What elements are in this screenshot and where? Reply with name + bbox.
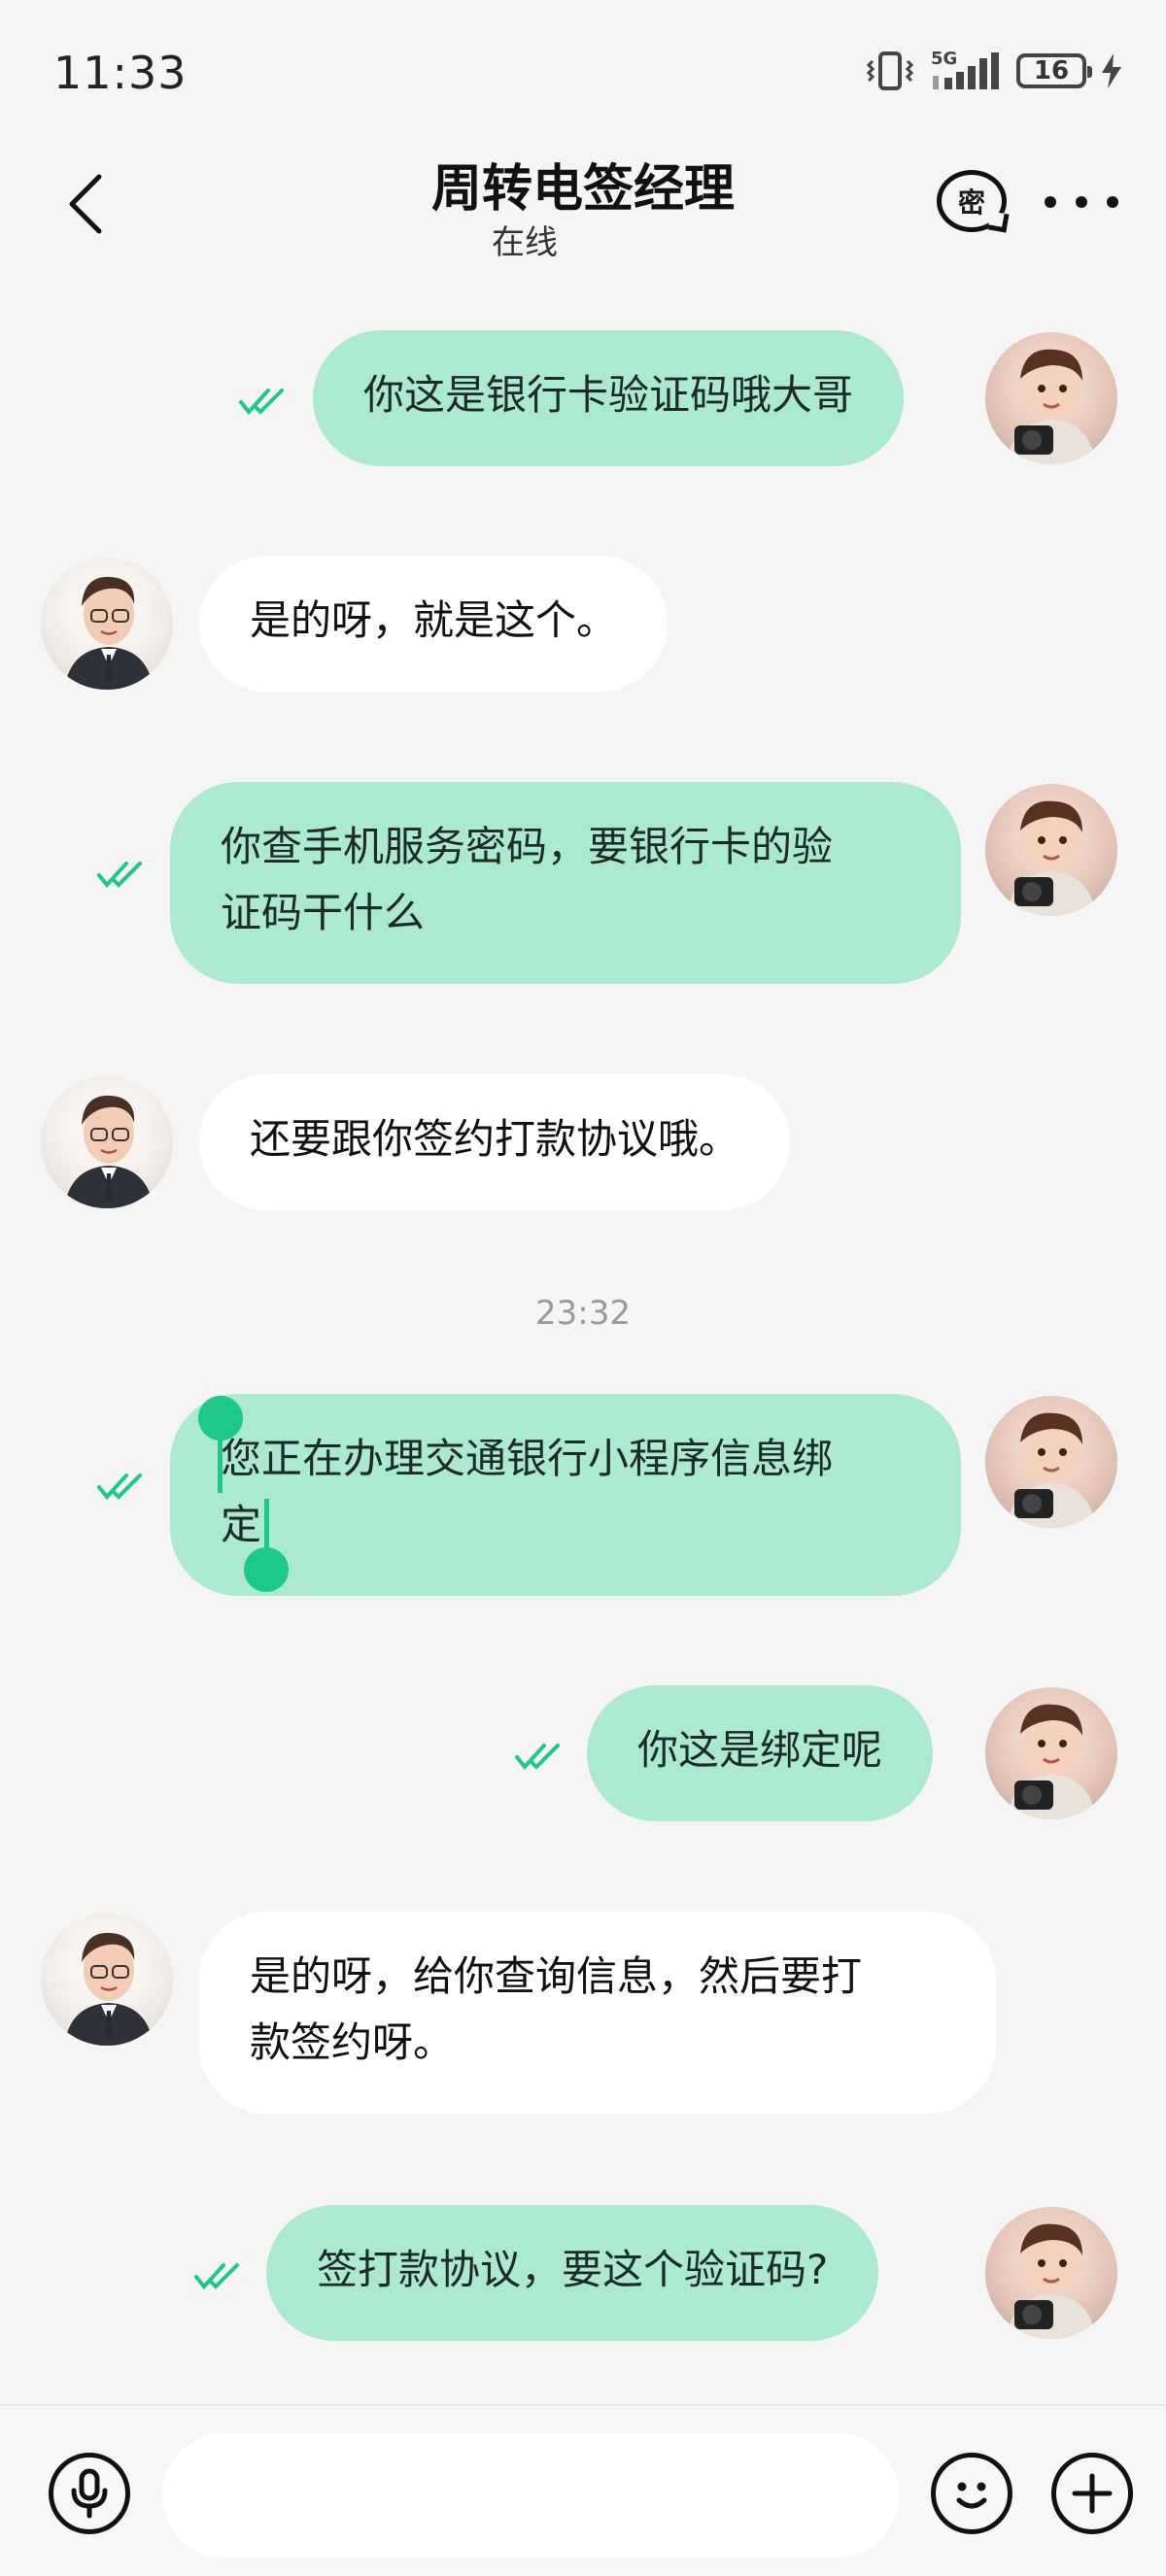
vibrate-icon [866, 51, 914, 90]
message-text-line: 款签约呀。 [250, 2018, 455, 2066]
message-row: 是的呀，给你查询信息，然后要打 款签约呀。 [0, 1912, 1166, 2114]
avatar-image [1007, 800, 1096, 916]
emoji-icon [956, 2482, 987, 2509]
secret-chat-icon: 密 [937, 170, 1007, 232]
charging-icon [1102, 53, 1121, 88]
signal-5g-icon: 5G [931, 49, 999, 89]
read-tick-icon [239, 389, 284, 416]
message-text-line: 是的呀，给你查询信息，然后要打 [250, 1952, 863, 2000]
avatar-image [64, 1095, 154, 1208]
message-input[interactable] [162, 2433, 899, 2558]
message-text: 你这是银行卡验证码哦大哥 [363, 371, 854, 419]
message-bubble[interactable]: 签打款协议，要这个验证码? [266, 2205, 879, 2341]
attach-button[interactable] [1051, 2453, 1133, 2534]
input-bar [0, 2404, 1166, 2576]
network-label: 5G [931, 49, 957, 69]
read-tick-icon [515, 1744, 560, 1771]
read-tick-icon [97, 1474, 142, 1501]
contact-avatar[interactable] [41, 1076, 173, 1208]
message-bubble[interactable]: 是的呀，就是这个。 [199, 556, 669, 692]
selection-end-handle[interactable] [244, 1547, 289, 1592]
microphone-icon [71, 2468, 108, 2519]
my-avatar[interactable] [985, 784, 1117, 916]
message-text-line: 您正在办理交通银行小程序信息绑 [221, 1435, 834, 1482]
message-bubble[interactable]: 你这是绑定呢 [587, 1685, 934, 1821]
more-icon [1045, 196, 1056, 208]
avatar-image [1007, 349, 1096, 464]
message-row: 是的呀，就是这个。 [0, 556, 1166, 692]
message-list[interactable]: 你这是银行卡验证码哦大哥 是的呀，就是这个。 你查手机服务密码，要银行卡的验 证… [0, 291, 1166, 2404]
message-bubble[interactable]: 你查手机服务密码，要银行卡的验 证码干什么 [170, 782, 961, 984]
message-row: 你这是绑定呢 [0, 1685, 1166, 1821]
message-bubble[interactable]: 还要跟你签约打款协议哦。 [199, 1074, 791, 1210]
secret-chat-button[interactable]: 密 [928, 157, 1015, 245]
emoji-button[interactable] [931, 2453, 1012, 2534]
avatar-image [1007, 1704, 1096, 1819]
avatar-image [1007, 1412, 1096, 1528]
selection-end-bar [264, 1499, 269, 1553]
message-text-line: 定 [221, 1501, 262, 1548]
message-text-line: 证码干什么 [221, 889, 426, 936]
avatar-image [64, 1932, 154, 2046]
message-row: 您正在办理交通银行小程序信息绑 定 [0, 1394, 1166, 1596]
message-row: 你查手机服务密码，要银行卡的验 证码干什么 [0, 782, 1166, 984]
message-row: 签打款协议，要这个验证码? [0, 2205, 1166, 2341]
message-timestamp: 23:32 [535, 1294, 631, 1333]
message-row: 还要跟你签约打款协议哦。 [0, 1074, 1166, 1210]
read-tick-icon [97, 862, 142, 889]
message-bubble-selected[interactable]: 您正在办理交通银行小程序信息绑 定 [170, 1394, 961, 1596]
message-text: 还要跟你签约打款协议哦。 [250, 1115, 740, 1163]
my-avatar[interactable] [985, 1396, 1117, 1528]
contact-avatar[interactable] [41, 558, 173, 690]
read-tick-icon [194, 2263, 239, 2290]
my-avatar[interactable] [985, 1687, 1117, 1819]
more-button[interactable] [1045, 173, 1118, 231]
chat-screen: 11:33 5G 16 周转电签经理 在线 密 你这是银行卡验证码哦大哥 是的呀… [0, 0, 1166, 2576]
selection-start-handle[interactable] [198, 1396, 243, 1441]
message-bubble[interactable]: 是的呀，给你查询信息，然后要打 款签约呀。 [199, 1912, 996, 2114]
message-row: 你这是银行卡验证码哦大哥 [0, 330, 1166, 466]
secret-chat-label: 密 [957, 186, 985, 219]
message-text: 是的呀，就是这个。 [250, 596, 618, 644]
my-avatar[interactable] [985, 332, 1117, 464]
plus-icon [1072, 2473, 1113, 2514]
status-time: 11:33 [53, 47, 188, 99]
voice-input-button[interactable] [49, 2453, 130, 2534]
contact-avatar[interactable] [41, 1914, 173, 2046]
message-text: 你这是绑定呢 [637, 1726, 883, 1774]
selection-start-bar [218, 1433, 223, 1493]
status-icons: 5G 16 [865, 49, 1123, 93]
chat-header: 周转电签经理 在线 密 [0, 146, 1166, 291]
avatar-image [1007, 2223, 1096, 2339]
status-bar: 11:33 5G 16 [0, 0, 1166, 146]
battery-indicator: 16 [1016, 53, 1092, 88]
my-avatar[interactable] [985, 2207, 1117, 2339]
message-bubble[interactable]: 你这是银行卡验证码哦大哥 [313, 330, 905, 466]
message-text: 签打款协议，要这个验证码? [317, 2246, 829, 2293]
online-status: 在线 [492, 223, 558, 262]
message-text-line: 你查手机服务密码，要银行卡的验 [221, 823, 834, 870]
avatar-image [64, 576, 154, 690]
